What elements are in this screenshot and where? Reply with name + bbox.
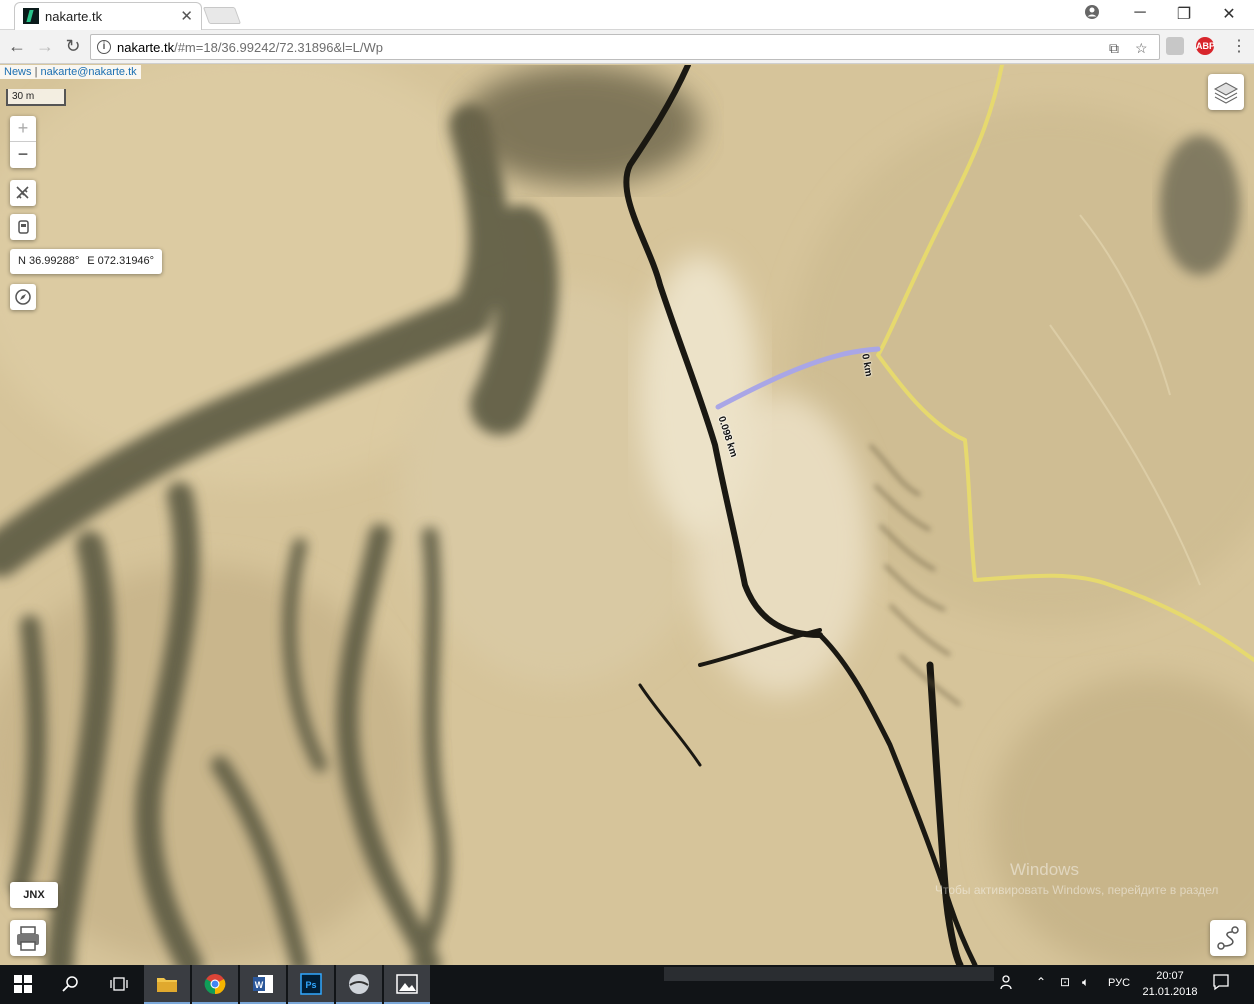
forward-arrow-icon[interactable]: → [34,36,56,57]
cursor-coordinates: N 36.99288° E 072.31946° [10,249,163,274]
volume-icon[interactable]: 🔈︎ [1082,975,1089,990]
adblock-extension-icon[interactable]: ABP [1196,37,1215,55]
account-circle-icon[interactable] [1080,4,1104,25]
clock-date: 21.01.2018 [1142,986,1198,998]
links-separator: | [34,66,38,78]
app-taskbar-button[interactable] [336,965,382,1004]
photos-taskbar-button[interactable] [384,965,430,1004]
chrome-taskbar-button[interactable] [192,965,238,1004]
svg-text:W: W [255,980,264,990]
bookmark-star-icon[interactable]: ☆ [1135,40,1148,57]
reload-icon[interactable]: ↻ [62,36,84,57]
map-top-links: News | nakarte@nakarte.tk [0,65,141,79]
device-icon [18,220,29,234]
windows-logo-icon [14,975,32,993]
elevation-tool-button[interactable] [10,214,36,240]
satellite-imagery [0,65,1254,965]
action-center-icon[interactable] [1212,973,1230,994]
start-button[interactable] [0,965,46,1004]
search-button[interactable] [48,965,94,1004]
close-tab-icon[interactable]: ✕ [180,7,193,25]
minimize-button[interactable]: ─ [1128,4,1152,22]
ruler-icon [16,186,29,199]
jnx-export-button[interactable]: JNX [10,882,58,908]
tray-chevron-up-icon[interactable]: ⌃ [1036,975,1046,989]
clock-time: 20:07 [1156,970,1184,982]
coords-lon: E 072.31946° [87,255,155,267]
restore-button[interactable]: ❐ [1172,4,1196,24]
browser-toolbar: ← → ↻ i nakarte.tk/#m=18/36.99242/72.318… [0,30,1254,64]
back-arrow-icon[interactable]: ← [6,36,28,57]
url-path: /#m=18/36.99242/72.31896&l=L/Wp [174,40,383,55]
news-link[interactable]: News [4,66,32,78]
search-icon [62,976,78,992]
activation-watermark-title: Windows [1010,860,1079,879]
input-language[interactable]: РУС [1108,977,1130,989]
new-tab-button[interactable] [202,7,242,24]
browser-tab[interactable]: nakarte.tk ✕ [14,2,202,30]
word-taskbar-button[interactable]: W [240,965,286,1004]
network-icon[interactable]: ⊡ [1060,975,1070,989]
activation-watermark-text: Чтобы активировать Windows, перейдите в … [935,883,1219,897]
chrome-icon [204,974,226,995]
address-bar[interactable]: i nakarte.tk/#m=18/36.99242/72.31896&l=L… [90,34,1160,60]
taskbar-blank-area [664,967,994,981]
url-text: nakarte.tk/#m=18/36.99242/72.31896&l=L/W… [117,40,383,55]
windows-taskbar: W Ps ⌃ ⊡ 🔈︎ РУС 20:07 21.01.2018 [0,965,1254,1004]
close-window-button[interactable]: ✕ [1217,4,1241,24]
taskbar-clock[interactable]: 20:07 21.01.2018 [1140,968,1200,1000]
layers-icon [1213,82,1239,104]
ruler-tool-button[interactable] [10,180,36,206]
site-favicon-icon [23,8,39,24]
globe-app-icon [349,974,369,994]
folder-icon [157,978,177,992]
zoom-out-button[interactable]: − [10,142,36,168]
photoshop-icon: Ps [300,973,322,995]
map-view[interactable]: 0 km 0.098 km Windows Чтобы активировать… [0,65,1254,965]
file-explorer-taskbar-button[interactable] [144,965,190,1004]
coords-lat: N 36.99288° [18,255,80,267]
browser-tab-strip: nakarte.tk ✕ ─ ❐ ✕ [0,0,1254,30]
svg-text:Ps: Ps [305,980,316,990]
zoom-control: + − [10,116,36,168]
layers-button[interactable] [1208,74,1244,110]
zoom-in-button[interactable]: + [10,116,36,142]
word-icon: W [253,975,273,993]
printer-icon [17,926,39,951]
site-info-icon[interactable]: i [97,40,111,54]
url-host: nakarte.tk [117,40,175,55]
locate-button[interactable] [10,284,36,310]
photoshop-taskbar-button[interactable]: Ps [288,965,334,1004]
translate-icon[interactable]: ⧉ [1109,40,1119,57]
task-view-icon [110,977,128,991]
map-scale-bar: 30 m [6,89,66,106]
people-icon[interactable] [1000,974,1016,993]
photos-icon [396,974,418,994]
email-link[interactable]: nakarte@nakarte.tk [41,66,137,78]
print-button[interactable] [10,920,46,956]
pdf-extension-icon[interactable] [1166,37,1184,55]
track-route-icon [1217,926,1239,950]
browser-menu-icon[interactable]: ⋮ [1228,36,1250,56]
tab-title: nakarte.tk [45,9,103,24]
tracks-button[interactable] [1210,920,1246,956]
compass-icon [15,289,31,305]
task-view-button[interactable] [96,965,142,1004]
